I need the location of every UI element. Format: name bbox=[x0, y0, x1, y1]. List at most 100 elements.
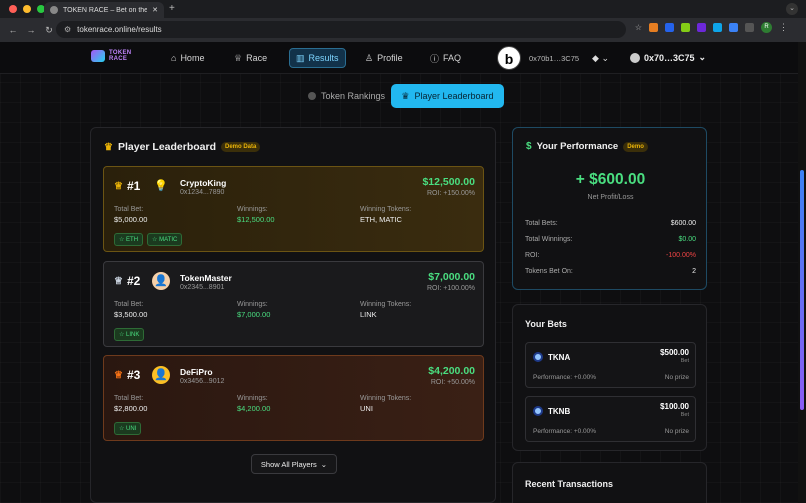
bronze-trophy-icon: ♕ bbox=[114, 369, 123, 381]
performance-panel: $ Your Performance Demo + $600.00 Net Pr… bbox=[512, 127, 707, 290]
token-tags: ☆ UNI bbox=[114, 422, 142, 435]
player-name: TokenMaster bbox=[180, 273, 232, 283]
token-tag: ☆ MATIC bbox=[147, 233, 183, 246]
url-text: tokenrace.online/results bbox=[77, 25, 162, 34]
winnings-stat: Winnings: $4,200.00 bbox=[237, 395, 270, 413]
show-all-players-button[interactable]: Show All Players ⌄ bbox=[251, 454, 337, 474]
token-race-logo[interactable]: TOKEN RACE bbox=[91, 50, 131, 62]
app-viewport: TOKEN RACE ⌂ Home ♕ Race ▥ Results ♙ Prof… bbox=[0, 42, 798, 503]
tab-close-icon[interactable]: ✕ bbox=[152, 6, 158, 14]
nav-race[interactable]: ♕ Race bbox=[228, 48, 273, 68]
browser-toolbar: ☆ R ⋮ bbox=[635, 22, 788, 33]
bet-token: TKNB bbox=[533, 406, 570, 416]
stat-row-total-winnings: Total Winnings: $0.00 bbox=[525, 236, 696, 243]
extensions-puzzle-icon[interactable] bbox=[745, 23, 754, 32]
nav-results[interactable]: ▥ Results bbox=[289, 48, 346, 68]
token-name: TKNA bbox=[548, 352, 571, 362]
wallet-connect[interactable]: b 0x70b1…3C75 bbox=[497, 46, 579, 70]
user-icon: ♙ bbox=[365, 52, 374, 63]
total-bet-stat: Total Bet: $3,500.00 bbox=[114, 301, 147, 319]
bet-amount: $100.00 bbox=[660, 402, 689, 411]
tab-title: TOKEN RACE – Bet on the ha bbox=[63, 6, 148, 14]
browser-menu-icon[interactable]: ⋮ bbox=[779, 22, 788, 33]
total-bet-value: $5,000.00 bbox=[114, 215, 148, 224]
winning-tokens-value: LINK bbox=[360, 310, 377, 319]
total-bet-stat: Total Bet: $5,000.00 bbox=[114, 206, 147, 224]
stat-value: 2 bbox=[692, 268, 696, 275]
winning-tokens-label: Winning Tokens: bbox=[360, 395, 412, 402]
player-name: CryptoKing bbox=[180, 178, 227, 188]
nav-faq[interactable]: ⓘ FAQ bbox=[424, 48, 467, 68]
rank: ♕ #2 bbox=[114, 274, 140, 288]
demo-data-badge: Demo Data bbox=[221, 142, 261, 152]
token-tag: ☆ UNI bbox=[114, 422, 142, 435]
stat-label: Tokens Bet On: bbox=[525, 268, 573, 275]
winnings-value: $4,200.00 bbox=[237, 404, 271, 413]
tab-list-chevron-icon[interactable]: ⌄ bbox=[786, 3, 798, 15]
dollar-icon: $ bbox=[526, 141, 532, 152]
browser-profile-avatar[interactable]: R bbox=[761, 22, 772, 33]
token-rankings-tab[interactable]: Token Rankings bbox=[298, 84, 395, 108]
bet-card[interactable]: TKNB $100.00 Bet Performance: +0.00% No … bbox=[525, 396, 696, 442]
home-icon: ⌂ bbox=[171, 53, 177, 63]
extension-icon[interactable] bbox=[713, 23, 722, 32]
close-window-button[interactable] bbox=[9, 5, 17, 13]
browser-tab[interactable]: TOKEN RACE – Bet on the ha ✕ bbox=[44, 2, 164, 18]
chart-icon: ▥ bbox=[296, 52, 305, 63]
stat-label: Total Winnings: bbox=[525, 236, 573, 243]
stat-row-total-bets: Total Bets: $600.00 bbox=[525, 220, 696, 227]
performance-header: $ Your Performance Demo bbox=[526, 141, 648, 152]
minimize-window-button[interactable] bbox=[23, 5, 31, 13]
player-leaderboard-tab[interactable]: ♛ Player Leaderboard bbox=[391, 84, 504, 108]
scrollbar-thumb[interactable] bbox=[800, 170, 804, 410]
extension-metamask-icon[interactable] bbox=[649, 23, 658, 32]
wallet-address: 0x70b1…3C75 bbox=[529, 53, 580, 63]
leaderboard-row[interactable]: ♕ #3 👤 DeFiPro 0x3456...9012 $4,200.00 RO… bbox=[103, 355, 484, 441]
token-tags: ☆ ETH ☆ MATIC bbox=[114, 233, 183, 246]
rank: ♕ #3 bbox=[114, 368, 140, 382]
bookmark-star-icon[interactable]: ☆ bbox=[635, 23, 642, 32]
total-bet-label: Total Bet: bbox=[114, 395, 144, 402]
recent-transactions-panel: Recent Transactions bbox=[512, 462, 707, 503]
site-info-icon[interactable]: ⚙ bbox=[64, 25, 71, 34]
rank-number: #3 bbox=[126, 368, 141, 382]
bet-prize: No prize bbox=[664, 428, 689, 435]
page-scrollbar[interactable] bbox=[798, 42, 806, 503]
player-avatar: 👤 bbox=[152, 366, 170, 384]
url-field[interactable]: ⚙ tokenrace.online/results bbox=[56, 21, 626, 38]
network-selector[interactable]: ◆ ⌄ bbox=[592, 53, 609, 64]
reload-icon[interactable]: ↻ bbox=[44, 25, 54, 36]
leaderboard-row[interactable]: ♕ #2 👤 TokenMaster 0x2345...8901 $7,000.0… bbox=[103, 261, 484, 347]
back-icon[interactable]: ← bbox=[8, 25, 18, 35]
extension-icon[interactable] bbox=[697, 23, 706, 32]
nav-profile[interactable]: ♙ Profile bbox=[359, 48, 409, 68]
extension-icon[interactable] bbox=[665, 23, 674, 32]
extension-icon[interactable] bbox=[729, 23, 738, 32]
leaderboard-panel: ♛ Player Leaderboard Demo Data ♕ #1 💡 Cry… bbox=[90, 127, 496, 503]
total-bet-label: Total Bet: bbox=[114, 301, 144, 308]
winning-tokens-stat: Winning Tokens: LINK bbox=[360, 301, 411, 319]
nav-home[interactable]: ⌂ Home bbox=[165, 48, 210, 68]
leaderboard-row[interactable]: ♕ #1 💡 CryptoKing 0x1234...7890 $12,500.0… bbox=[103, 166, 484, 252]
token-rankings-label: Token Rankings bbox=[321, 91, 386, 101]
account-menu[interactable]: 0x70…3C75 ⌄ bbox=[630, 52, 706, 63]
rank-number: #2 bbox=[126, 274, 141, 288]
forward-icon[interactable]: → bbox=[26, 25, 36, 35]
window-controls bbox=[9, 5, 45, 13]
logo-text-race: RACE bbox=[109, 56, 128, 62]
token-rankings-icon bbox=[308, 92, 316, 100]
new-tab-button[interactable]: + bbox=[169, 3, 175, 14]
nav-results-label: Results bbox=[308, 53, 339, 63]
winnings-stat: Winnings: $12,500.00 bbox=[237, 206, 275, 224]
player-avatar: 💡 bbox=[154, 180, 168, 192]
bet-card[interactable]: TKNA $500.00 Bet Performance: +0.00% No … bbox=[525, 342, 696, 388]
bet-performance: Performance: +0.00% bbox=[533, 374, 597, 381]
show-all-players-label: Show All Players bbox=[260, 459, 317, 469]
chevron-down-icon: ⌄ bbox=[601, 53, 609, 63]
extension-icon[interactable] bbox=[681, 23, 690, 32]
account-address: 0x70…3C75 bbox=[644, 52, 695, 63]
rank: ♕ #1 bbox=[114, 179, 140, 193]
token-tags: ☆ LINK bbox=[114, 328, 145, 341]
bet-token: TKNA bbox=[533, 352, 570, 362]
view-toggle: Token Rankings ♛ Player Leaderboard bbox=[0, 84, 798, 108]
